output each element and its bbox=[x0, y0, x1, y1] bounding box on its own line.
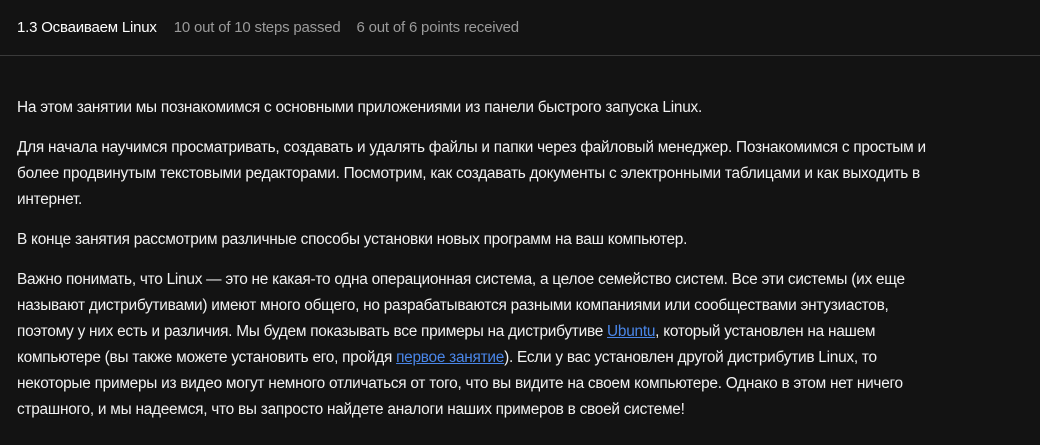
text-segment: компьютере (вы также можете установить е… bbox=[17, 349, 397, 366]
text-line: компьютере (вы также можете установить е… bbox=[17, 345, 1040, 371]
text-segment: , который установлен на нашем bbox=[655, 323, 876, 340]
text-line: Важно понимать, что Linux — это не какая… bbox=[17, 271, 905, 288]
text-line: В конце занятия рассмотрим различные спо… bbox=[17, 231, 688, 248]
first-lesson-link[interactable]: первое занятие bbox=[396, 349, 504, 366]
text-segment: ). Если у вас установлен другой дистрибу… bbox=[504, 349, 877, 366]
lesson-content: На этом занятии мы познакомимся с основн… bbox=[0, 56, 1040, 423]
text-segment: поэтому у них есть и различия. Мы будем … bbox=[17, 323, 608, 340]
paragraph-plan: Для начала научимся просматривать, созда… bbox=[17, 135, 1040, 213]
paragraph-distributions: Важно понимать, что Linux — это не какая… bbox=[17, 267, 1040, 423]
lesson-title: 1.3 Осваиваем Linux bbox=[17, 19, 157, 36]
points-progress: 6 out of 6 points received bbox=[356, 19, 520, 36]
text-line: называют дистрибутивами) имеют много общ… bbox=[17, 297, 889, 314]
text-line: некоторые примеры из видео могут немного… bbox=[17, 375, 903, 392]
paragraph-install: В конце занятия рассмотрим различные спо… bbox=[17, 227, 1040, 253]
lesson-header: 1.3 Осваиваем Linux 10 out of 10 steps p… bbox=[0, 0, 1040, 56]
steps-progress: 10 out of 10 steps passed bbox=[173, 19, 341, 36]
text-line: более продвинутым текстовыми редакторами… bbox=[17, 165, 920, 182]
text-line: страшного, и мы надеемся, что вы запрост… bbox=[17, 401, 685, 418]
text-line: поэтому у них есть и различия. Мы будем … bbox=[17, 319, 1040, 345]
text-line: Для начала научимся просматривать, созда… bbox=[17, 139, 926, 156]
text-line: На этом занятии мы познакомимся с основн… bbox=[17, 99, 702, 116]
text-line: интернет. bbox=[17, 191, 83, 208]
ubuntu-link[interactable]: Ubuntu bbox=[607, 323, 655, 340]
paragraph-intro: На этом занятии мы познакомимся с основн… bbox=[17, 95, 1040, 121]
